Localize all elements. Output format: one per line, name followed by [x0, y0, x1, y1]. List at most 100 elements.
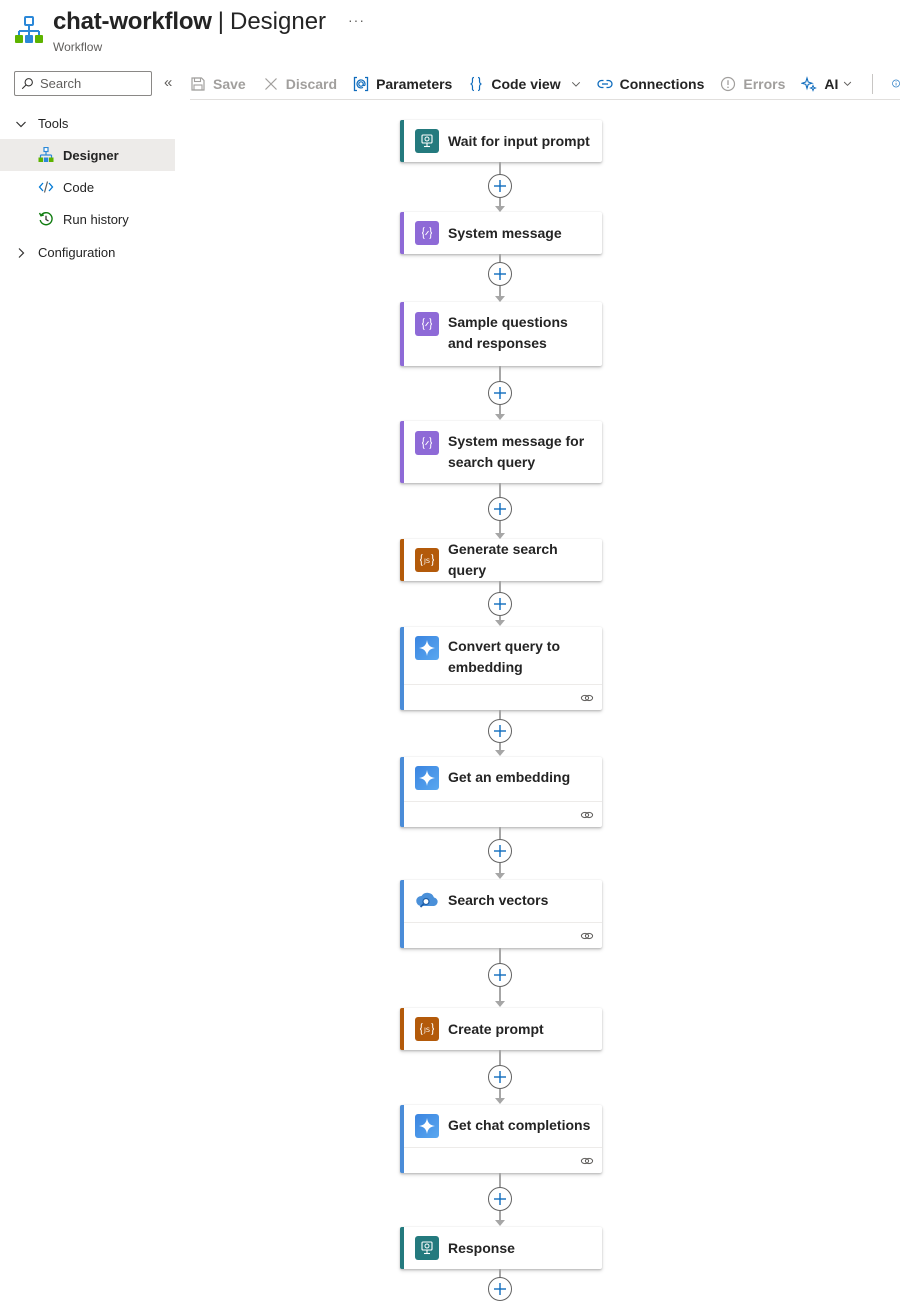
- nav-group-configuration[interactable]: Configuration: [0, 237, 175, 268]
- variable-icon: [415, 312, 439, 336]
- nav-group-tools[interactable]: Tools: [0, 108, 175, 139]
- workflow-name: chat-workflow: [53, 8, 212, 35]
- add-step-button[interactable]: [488, 592, 512, 616]
- step-title: Get an embedding: [448, 769, 571, 785]
- connection-link-icon[interactable]: [580, 691, 594, 705]
- step-title: Sample questions and responses: [448, 314, 568, 351]
- add-step-button[interactable]: [488, 1187, 512, 1211]
- step-card-system-message-search[interactable]: System message for search query: [400, 421, 602, 483]
- flow-connector: [499, 1211, 501, 1220]
- ai-button[interactable]: AI: [801, 70, 852, 98]
- nav-group-label: Configuration: [38, 245, 116, 260]
- add-step-button[interactable]: [488, 262, 512, 286]
- step-card-convert-query-to-embedding[interactable]: Convert query to embedding: [400, 627, 602, 710]
- errors-label: Errors: [743, 75, 786, 92]
- history-icon: [38, 212, 53, 226]
- search-input[interactable]: [40, 76, 140, 91]
- parameters-button[interactable]: Parameters: [353, 70, 452, 98]
- more-options-button[interactable]: ···: [348, 12, 365, 28]
- sidebar-item-designer[interactable]: Designer: [0, 139, 175, 171]
- info-icon[interactable]: [892, 75, 900, 92]
- step-title: System message for search query: [448, 433, 585, 470]
- add-step-button[interactable]: [488, 1277, 512, 1301]
- step-title: Response: [448, 1239, 515, 1256]
- step-card-get-chat-completions[interactable]: Get chat completions: [400, 1105, 602, 1173]
- chevron-down-icon[interactable]: [571, 79, 581, 89]
- step-card-system-message[interactable]: System message: [400, 212, 602, 254]
- openai-icon: [415, 636, 439, 660]
- sidebar-item-run-history[interactable]: Run history: [0, 203, 175, 235]
- close-icon: [264, 77, 277, 90]
- sidebar-item-label: Code: [63, 179, 95, 195]
- add-step-button[interactable]: [488, 381, 512, 405]
- designer-toolbar: Save Discard Parameters Code view Connec…: [190, 68, 900, 100]
- sidebar-search[interactable]: [14, 71, 152, 96]
- discard-button[interactable]: Discard: [263, 70, 337, 98]
- add-step-button[interactable]: [488, 1065, 512, 1089]
- flow-connector: [499, 827, 501, 839]
- plus-icon: [494, 598, 506, 610]
- connection-link-icon[interactable]: [580, 929, 594, 943]
- chevron-down-icon: [844, 81, 852, 87]
- title-separator: |: [217, 8, 224, 35]
- chevron-down-icon: [16, 121, 26, 127]
- javascript-icon: JS: [415, 548, 439, 572]
- step-card-generate-search-query[interactable]: JS Generate search query: [400, 539, 602, 581]
- add-step-button[interactable]: [488, 839, 512, 863]
- flow-arrow: [495, 750, 505, 756]
- step-card-get-an-embedding[interactable]: Get an embedding: [400, 757, 602, 827]
- add-step-button[interactable]: [488, 719, 512, 743]
- plus-icon: [494, 845, 506, 857]
- card-footer: [404, 684, 602, 710]
- add-step-button[interactable]: [488, 174, 512, 198]
- code-view-button[interactable]: Code view: [468, 70, 580, 98]
- save-button[interactable]: Save: [190, 70, 246, 98]
- flow-connector: [499, 405, 501, 414]
- collapse-sidebar-button[interactable]: «: [164, 74, 172, 91]
- step-title: Wait for input prompt: [448, 132, 590, 149]
- code-icon: [38, 181, 54, 193]
- connections-label: Connections: [619, 75, 705, 92]
- code-view-label: Code view: [491, 75, 561, 92]
- card-footer: [404, 922, 602, 948]
- parameters-label: Parameters: [376, 75, 453, 92]
- add-step-button[interactable]: [488, 963, 512, 987]
- plus-icon: [494, 503, 506, 515]
- step-card-create-prompt[interactable]: JS Create prompt: [400, 1008, 602, 1050]
- connection-link-icon[interactable]: [580, 1154, 594, 1168]
- ai-label: AI: [824, 75, 839, 92]
- designer-icon: [38, 147, 54, 162]
- chevron-right-icon: [18, 247, 25, 258]
- flow-connector: [499, 1050, 501, 1065]
- sidebar-nav: Tools Designer Code Run history Configur…: [0, 108, 175, 268]
- step-card-sample-questions[interactable]: Sample questions and responses: [400, 302, 602, 366]
- search-icon: [21, 78, 33, 90]
- step-card-response[interactable]: Response: [400, 1227, 602, 1269]
- javascript-icon: JS: [415, 1017, 439, 1041]
- step-title: Generate search query: [448, 541, 558, 578]
- flow-connector: [499, 366, 501, 382]
- flow-connector: [499, 198, 501, 206]
- errors-button[interactable]: Errors: [720, 70, 785, 98]
- sidebar-item-code[interactable]: Code: [0, 171, 175, 203]
- add-step-button[interactable]: [488, 497, 512, 521]
- sidebar-item-label: Designer: [63, 147, 119, 163]
- workflow-app-icon: [15, 16, 43, 43]
- step-title: Get chat completions: [448, 1117, 591, 1133]
- openai-icon: [415, 766, 439, 790]
- flow-connector: [499, 521, 501, 533]
- plus-icon: [494, 725, 506, 737]
- flow-arrow: [495, 1220, 505, 1226]
- braces-icon: [470, 76, 482, 91]
- step-title: System message: [448, 224, 562, 241]
- request-icon: [415, 1236, 439, 1260]
- step-card-search-vectors[interactable]: Search vectors: [400, 880, 602, 948]
- connection-link-icon[interactable]: [580, 808, 594, 822]
- flow-arrow: [495, 620, 505, 626]
- flow-connector: [499, 1089, 501, 1098]
- step-card-wait-for-input-prompt[interactable]: Wait for input prompt: [400, 120, 602, 162]
- step-title: Search vectors: [448, 892, 549, 908]
- flow-connector: [499, 254, 501, 262]
- plus-icon: [494, 1283, 506, 1295]
- connections-button[interactable]: Connections: [596, 70, 705, 98]
